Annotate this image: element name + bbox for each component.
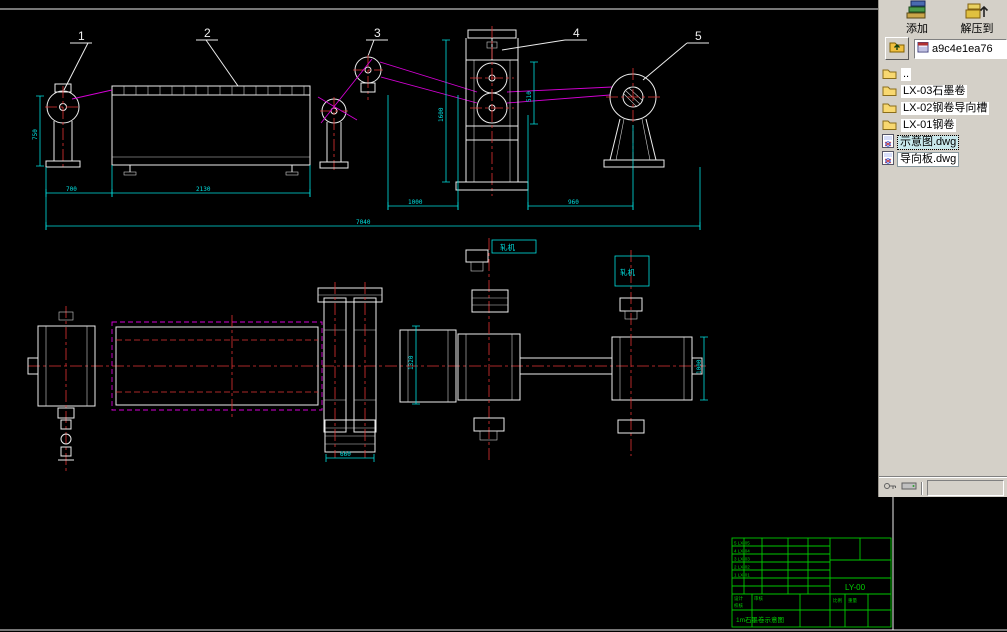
balloon-5: 5: [642, 29, 709, 81]
statusbar-separator: [921, 481, 923, 495]
extract-icon: [965, 0, 989, 23]
balloon-2-label: 2: [204, 26, 211, 40]
list-item-folder-lx03[interactable]: LX-03石墨卷: [882, 83, 1007, 100]
balloon-3-label: 3: [374, 26, 381, 40]
plan-conveyor: [111, 315, 323, 418]
dwg-file-icon: [882, 151, 894, 168]
drawing-frame: [0, 8, 1007, 631]
application-window: 1 2 3 4 5 700 2130 1000 960 7040 750 160…: [0, 0, 1007, 632]
dim-1000: 1000: [408, 199, 423, 206]
file-name: ..: [901, 68, 912, 81]
archive-status-bar: [879, 476, 1007, 497]
plan-view: 轧机 轧机 1320 1000 660: [27, 238, 708, 472]
field-design: 设计: [734, 595, 743, 602]
archive-panel: 添加 解压到 a9c4e1ea76 .. LX-03石墨卷 LX-02钢卷导向槽…: [878, 0, 1007, 497]
archive-nav-row: a9c4e1ea76: [879, 34, 1007, 62]
add-button[interactable]: 添加: [891, 0, 943, 35]
archive-name-text: a9c4e1ea76: [932, 42, 993, 55]
field-check: 校核: [734, 602, 743, 609]
folder-icon: [882, 67, 897, 82]
part-unwind-pulley: [45, 83, 81, 170]
dim-700: 700: [66, 186, 77, 193]
extract-button[interactable]: 解压到: [951, 0, 1003, 35]
file-name: 示意图.dwg: [896, 135, 960, 150]
field-scale: 比例: [833, 597, 842, 604]
archive-toolbar: 添加 解压到: [879, 0, 1007, 35]
field-weight: 重量: [848, 597, 857, 604]
list-item-folder-lx02[interactable]: LX-02钢卷导向槽: [882, 100, 1007, 117]
file-name: 导向板.dwg: [896, 152, 960, 167]
bom-row-5: 5 LX-05: [734, 541, 750, 546]
dimensions-plan-view: 1320 1000 660: [325, 325, 708, 462]
cad-drawing-canvas: 1 2 3 4 5 700 2130 1000 960 7040 750 160…: [0, 8, 1007, 631]
file-name: LX-03石墨卷: [901, 85, 968, 98]
folder-icon: [882, 118, 897, 133]
dim-660: 660: [340, 451, 351, 458]
balloon-3: 3: [366, 26, 388, 57]
field-audit: 审核: [754, 595, 763, 602]
dwg-file-icon: [882, 134, 894, 151]
dim-7040: 7040: [356, 219, 371, 226]
balloon-1: 1: [63, 29, 92, 91]
list-item-parent-dir[interactable]: ..: [882, 66, 1007, 83]
bom-row-4: 4 LX-04: [734, 549, 750, 554]
mill-label-b: 轧机: [620, 267, 635, 277]
dim-1320: 1320: [408, 355, 415, 370]
dim-960: 960: [568, 199, 579, 206]
plan-mill-rolls: 轧机: [399, 238, 612, 462]
folder-icon: [882, 84, 897, 99]
list-item-folder-lx01[interactable]: LX-01钢卷: [882, 117, 1007, 134]
drive-icon: [901, 479, 917, 497]
balloon-2: 2: [196, 26, 239, 87]
title-block: LY-00 1m石墨卷示意图 5 LX-05 4 LX-04 3 LX-03 2…: [731, 537, 892, 628]
statusbar-message-area: [927, 480, 1004, 496]
up-one-level-button[interactable]: [885, 37, 909, 60]
part-conveyor: [111, 85, 311, 176]
list-item-dwg-schematic[interactable]: 示意图.dwg: [882, 134, 1007, 151]
dim-510: 510: [526, 91, 533, 102]
mill-label-a: 轧机: [500, 242, 515, 252]
part-mill-stand: [455, 26, 529, 196]
archive-icon: [917, 41, 929, 56]
archive-name-combo[interactable]: a9c4e1ea76: [914, 38, 1007, 59]
extract-button-label: 解压到: [960, 23, 994, 35]
title-drawing-name: 1m石墨卷示意图: [736, 615, 784, 624]
dim-1000b: 1000: [696, 359, 703, 374]
folder-icon: [882, 101, 897, 116]
plan-left-roller: [27, 306, 96, 472]
material-path-lines: [71, 58, 613, 124]
folder-up-icon: [889, 39, 905, 58]
add-icon: [906, 0, 928, 23]
bom-row-1: 1 LX-01: [734, 573, 750, 578]
elevation-view: 1 2 3 4 5 700 2130 1000 960 7040 750 160…: [32, 26, 709, 230]
dim-2130: 2130: [196, 186, 211, 193]
balloon-1-label: 1: [78, 29, 85, 43]
plan-right-roller: 轧机: [611, 250, 703, 456]
balloon-5-label: 5: [695, 29, 702, 43]
key-icon: [883, 479, 897, 497]
bom-row-3: 3 LX-03: [734, 557, 750, 562]
bom-row-2: 2 LX-02: [734, 565, 750, 570]
file-name: LX-02钢卷导向槽: [901, 102, 990, 115]
list-item-dwg-guideplate[interactable]: 导向板.dwg: [882, 151, 1007, 168]
dim-750: 750: [32, 129, 39, 140]
file-name: LX-01钢卷: [901, 119, 957, 132]
title-drawing-number: LY-00: [845, 583, 866, 592]
dim-1600: 1600: [438, 107, 445, 122]
archive-file-list: .. LX-03石墨卷 LX-02钢卷导向槽 LX-01钢卷 示意图.dwg 导…: [879, 62, 1007, 168]
part-guide-pulley-lower: [319, 97, 349, 170]
plan-support-columns: [317, 282, 383, 458]
add-button-label: 添加: [906, 23, 928, 35]
part-coil: [603, 68, 665, 172]
balloon-4-label: 4: [573, 26, 580, 40]
